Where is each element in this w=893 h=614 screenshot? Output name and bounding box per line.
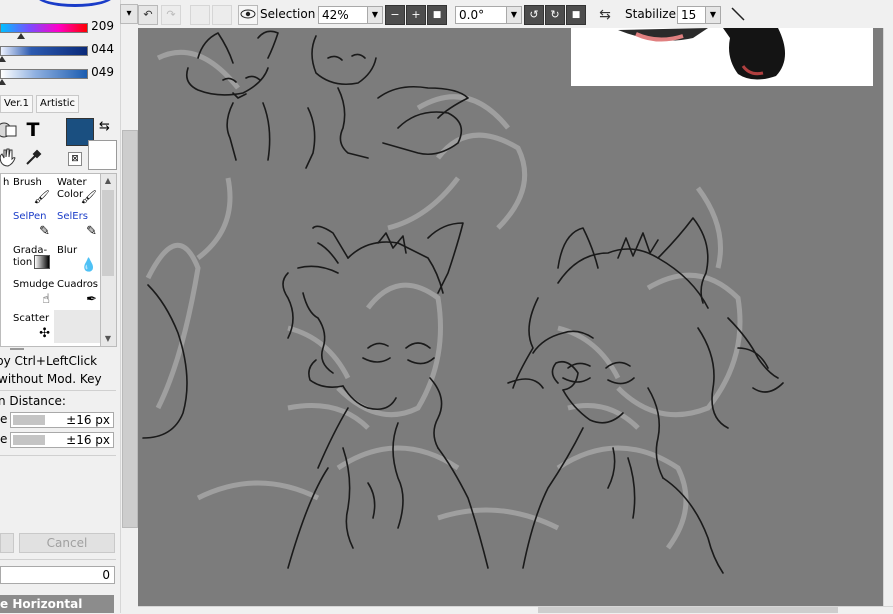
option-ctrl-leftclick: by Ctrl+LeftClick xyxy=(0,354,98,368)
distance-label: n Distance: xyxy=(0,394,66,408)
collapse-panel-icon[interactable]: ▾ xyxy=(120,4,138,24)
value-value: 049 xyxy=(91,65,114,79)
smudge-icon: ☝ xyxy=(42,292,50,307)
scatter-icon: ✣ xyxy=(39,326,50,341)
hue-marker[interactable] xyxy=(17,33,25,39)
saturation-bar[interactable] xyxy=(0,46,88,56)
cancel-button[interactable]: Cancel xyxy=(19,533,115,553)
redo-icon[interactable]: ↷ xyxy=(161,5,181,25)
divider xyxy=(0,455,116,456)
number-field[interactable]: 0 xyxy=(0,566,115,584)
scroll-up-icon[interactable]: ▲ xyxy=(103,176,113,186)
tool-cuadros[interactable]: Cuadros ✒ xyxy=(54,276,101,309)
divider xyxy=(0,390,116,391)
rotation-select[interactable]: 0.0° ▼ xyxy=(455,6,522,24)
tool-selpen[interactable]: SelPen ✎ xyxy=(10,208,54,241)
chevron-down-icon: ▼ xyxy=(705,7,720,23)
size-bar-1[interactable] xyxy=(13,415,45,425)
brush-icon: 🖌 xyxy=(33,190,50,205)
tab-ver1[interactable]: Ver.1 xyxy=(0,95,33,113)
tool-scatter[interactable]: Scatter ✣ xyxy=(10,310,54,343)
drawing-canvas[interactable] xyxy=(138,28,883,606)
stabilizer-label: Stabilizer xyxy=(625,7,681,21)
ghost-sketch xyxy=(145,49,743,550)
pen-icon: ✒ xyxy=(86,292,97,307)
panel-header-horizontal[interactable]: e Horizontal xyxy=(0,595,114,613)
swap-colors-icon[interactable]: ⇆ xyxy=(99,119,110,134)
invert-selection-icon[interactable] xyxy=(212,5,232,25)
straight-line-icon[interactable] xyxy=(728,5,748,25)
scroll-down-icon[interactable]: ▼ xyxy=(103,334,113,344)
selection-visibility-eye-icon[interactable] xyxy=(238,5,258,25)
divider xyxy=(0,559,116,560)
size-row-1[interactable]: e ±16 px xyxy=(0,412,114,428)
tool-watercolor[interactable]: Water Color 🖌 xyxy=(54,174,101,207)
shape-tool-icon[interactable] xyxy=(0,119,18,141)
watercolor-icon: 🖌 xyxy=(80,190,97,205)
selpen-icon: ✎ xyxy=(39,224,50,239)
canvas-artwork xyxy=(142,28,873,574)
saturation-marker[interactable] xyxy=(0,56,6,62)
tool-selers[interactable]: SelErs ✎ xyxy=(54,208,101,241)
left-panel-scrollbar[interactable] xyxy=(120,0,139,613)
canvas-horizontal-scroll-thumb[interactable] xyxy=(538,607,838,613)
tool-list-scroll-thumb[interactable] xyxy=(102,190,114,276)
hand-tool-icon[interactable] xyxy=(0,146,18,168)
text-tool-icon[interactable]: T xyxy=(22,119,44,141)
selers-icon: ✎ xyxy=(86,224,97,239)
slider-saturation[interactable]: 044 xyxy=(0,42,120,65)
hue-value: 209 xyxy=(91,19,114,33)
tool-brush[interactable]: Brush 🖌 xyxy=(10,174,54,207)
zoom-in-icon[interactable]: + xyxy=(406,5,426,25)
saturation-value: 044 xyxy=(91,42,114,56)
tool-gradation[interactable]: Grada-tion xyxy=(10,242,54,275)
chevron-down-icon: ▼ xyxy=(367,7,382,23)
tab-artistic[interactable]: Artistic xyxy=(36,95,80,113)
tool-smudge[interactable]: Smudge ☝ xyxy=(10,276,54,309)
deselect-icon[interactable] xyxy=(190,5,210,25)
panel-divider[interactable] xyxy=(10,348,24,350)
transparent-color-icon[interactable]: ⊠ xyxy=(68,152,82,166)
tool-empty[interactable] xyxy=(54,310,101,343)
reference-image xyxy=(571,28,873,86)
chevron-down-icon: ▼ xyxy=(506,7,521,23)
size-row-2[interactable]: e ±16 px xyxy=(0,432,114,448)
value-marker[interactable] xyxy=(0,79,6,85)
rotate-right-icon[interactable]: ↻ xyxy=(545,5,565,25)
size-field-1[interactable]: ±16 px xyxy=(10,412,114,428)
slider-value[interactable]: 049 xyxy=(0,65,120,88)
size-field-2[interactable]: ±16 px xyxy=(10,432,114,448)
rotate-left-icon[interactable]: ↺ xyxy=(524,5,544,25)
top-toolbar: ▾ ↶ ↷ Selection 42% ▼ − + ■ 0.0° ▼ ↺ ↻ ■… xyxy=(120,0,893,29)
stabilizer-select[interactable]: 15 ▼ xyxy=(677,6,721,24)
hue-bar[interactable] xyxy=(0,23,88,33)
rotate-reset-icon[interactable]: ■ xyxy=(566,5,586,25)
selection-label: Selection xyxy=(260,7,316,21)
sub-color-swatch[interactable] xyxy=(88,140,117,170)
flip-horizontal-icon[interactable]: ⇆ xyxy=(595,5,615,25)
eyedropper-icon[interactable] xyxy=(22,146,44,168)
left-panel-scroll-thumb[interactable] xyxy=(122,130,138,528)
value-bar[interactable] xyxy=(0,69,88,79)
color-wheel-edge[interactable] xyxy=(36,0,114,7)
gradation-icon xyxy=(34,255,50,269)
undo-icon[interactable]: ↶ xyxy=(138,5,158,25)
left-panel: 209 044 049 Ver.1 Artistic T ⇆ ⊠ h Brush… xyxy=(0,0,120,613)
ok-button[interactable] xyxy=(0,533,14,553)
tool-list: h Brush 🖌 Water Color 🖌 SelPen ✎ SelErs … xyxy=(0,173,102,347)
tool-list-scrollbar[interactable]: ▲ ▼ xyxy=(100,173,117,347)
option-without-mod-key: without Mod. Key xyxy=(0,372,102,386)
zoom-select[interactable]: 42% ▼ xyxy=(318,6,383,24)
slider-hue[interactable]: 209 xyxy=(0,19,120,42)
canvas-vertical-scrollbar[interactable] xyxy=(883,28,893,606)
tool-blur[interactable]: Blur 💧 xyxy=(54,242,101,275)
size-bar-2[interactable] xyxy=(13,435,45,445)
blur-icon: 💧 xyxy=(80,258,97,273)
zoom-out-icon[interactable]: − xyxy=(385,5,405,25)
zoom-reset-icon[interactable]: ■ xyxy=(427,5,447,25)
